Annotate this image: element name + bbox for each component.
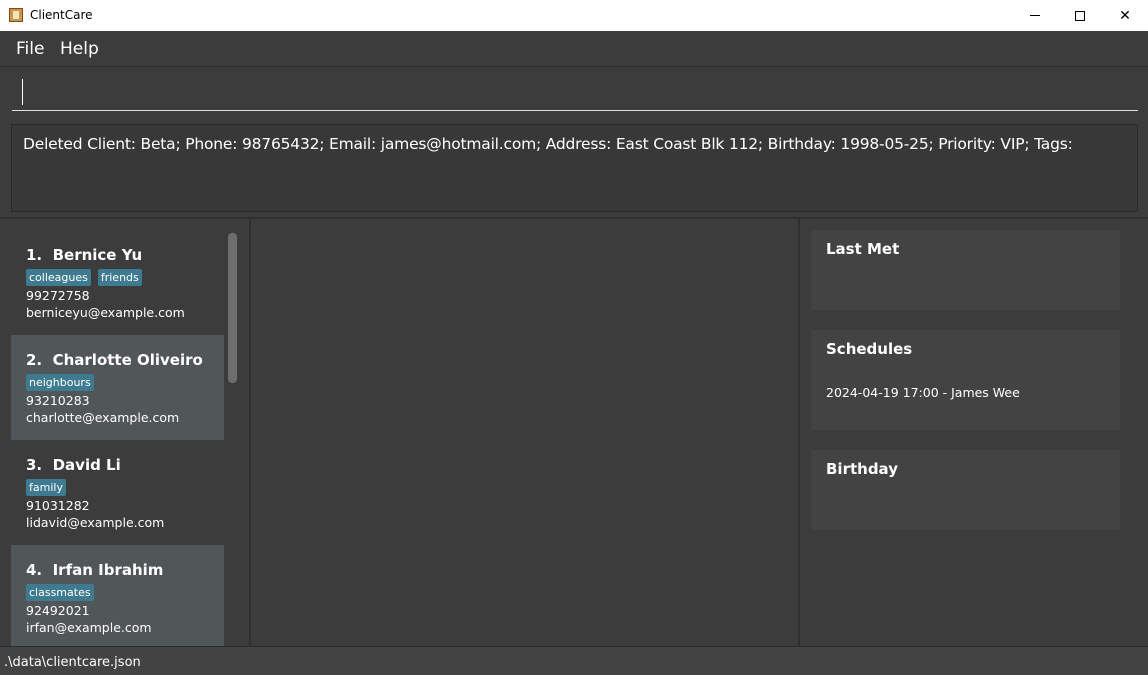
client-phone: 99272758 (26, 288, 90, 303)
tag-badge: family (26, 479, 66, 496)
client-detail-pane (251, 219, 798, 646)
menu-help[interactable]: Help (60, 39, 99, 59)
client-tags: classmates (26, 584, 94, 601)
status-bar: .\data\clientcare.json (0, 646, 1148, 675)
client-card[interactable]: 3. David Li family 91031282 lidavid@exam… (11, 440, 224, 545)
birthday-panel: Birthday (811, 450, 1120, 530)
menu-bar: File Help (0, 31, 1148, 66)
client-name: 2. Charlotte Oliveiro (26, 351, 203, 369)
result-display: Deleted Client: Beta; Phone: 98765432; E… (11, 124, 1138, 212)
app-icon (9, 8, 23, 22)
schedules-title: Schedules (826, 340, 913, 358)
client-tags: neighbours (26, 374, 94, 391)
save-location: .\data\clientcare.json (4, 655, 141, 670)
menu-file[interactable]: File (16, 39, 44, 59)
text-caret (22, 79, 23, 105)
tag-badge: neighbours (26, 374, 94, 391)
client-name: 1. Bernice Yu (26, 246, 143, 264)
client-email: lidavid@example.com (26, 515, 165, 530)
result-message: Deleted Client: Beta; Phone: 98765432; E… (23, 135, 1073, 153)
client-phone: 92492021 (26, 603, 90, 618)
client-name: 4. Irfan Ibrahim (26, 561, 164, 579)
client-email: berniceyu@example.com (26, 305, 185, 320)
client-phone: 93210283 (26, 393, 90, 408)
client-card[interactable]: 4. Irfan Ibrahim classmates 92492021 irf… (11, 545, 224, 646)
maximize-button[interactable] (1057, 0, 1103, 31)
schedules-panel: Schedules 2024-04-19 17:00 - James Wee (811, 330, 1120, 430)
client-tags: family (26, 479, 66, 496)
maximize-icon (1075, 10, 1085, 21)
list-scrollbar[interactable] (228, 233, 237, 383)
tag-badge: friends (97, 269, 142, 286)
last-met-panel: Last Met (811, 230, 1120, 310)
command-box (0, 66, 1148, 118)
tag-badge: colleagues (26, 269, 91, 286)
client-tags: colleagues friends (26, 269, 142, 286)
title-bar[interactable]: ClientCare ✕ (0, 0, 1148, 31)
window-title: ClientCare (30, 8, 93, 22)
client-email: charlotte@example.com (26, 410, 180, 425)
main-window: ClientCare ✕ File Help Deleted Client: B… (0, 0, 1148, 675)
birthday-title: Birthday (826, 460, 898, 478)
client-phone: 91031282 (26, 498, 90, 513)
client-email: irfan@example.com (26, 620, 152, 635)
minimize-icon (1030, 15, 1040, 16)
close-button[interactable]: ✕ (1102, 0, 1148, 31)
client-name: 3. David Li (26, 456, 121, 474)
tag-badge: classmates (26, 584, 94, 601)
client-card[interactable]: 2. Charlotte Oliveiro neighbours 9321028… (11, 335, 224, 440)
last-met-title: Last Met (826, 240, 900, 258)
close-icon: ✕ (1119, 7, 1131, 24)
schedule-entry: 2024-04-19 17:00 - James Wee (826, 385, 1020, 400)
minimize-button[interactable] (1012, 0, 1058, 31)
command-input[interactable] (12, 75, 1138, 111)
client-card[interactable]: 1. Bernice Yu colleagues friends 9927275… (11, 230, 224, 335)
